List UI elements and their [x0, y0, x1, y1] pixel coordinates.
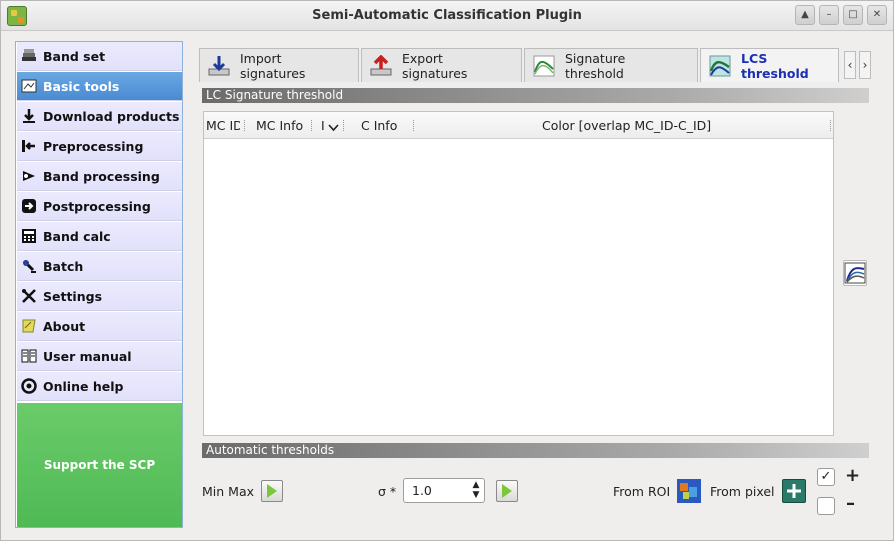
- tab-scroll-right-button[interactable]: ›: [859, 51, 871, 79]
- tab-label: Signature threshold: [565, 50, 626, 81]
- sidebar-item-online-help[interactable]: Online help: [17, 372, 182, 401]
- tool-tabs: Import signatures Export signatures Sign…: [199, 48, 841, 82]
- signature-plot-button[interactable]: [843, 260, 867, 286]
- automatic-thresholds-header: Automatic thresholds: [202, 443, 869, 458]
- window-title: Semi-Automatic Classification Plugin: [312, 8, 582, 23]
- spin-arrows[interactable]: ▲ ▼: [470, 480, 482, 501]
- preprocessing-icon: [21, 138, 37, 154]
- threshold-icon: [533, 55, 555, 77]
- sidebar-item-label: User manual: [43, 348, 132, 364]
- plugin-window: Semi-Automatic Classification Plugin ▲ –…: [0, 0, 894, 541]
- sidebar-item-basic-tools[interactable]: Basic tools: [17, 72, 182, 101]
- sidebar-item-user-manual[interactable]: User manual: [17, 342, 182, 371]
- from-pixel-label: From pixel: [710, 484, 775, 499]
- sidebar-item-label: Batch: [43, 258, 84, 274]
- download-icon: [21, 108, 37, 124]
- column-header-mc-id[interactable]: MC ID: [206, 112, 240, 139]
- help-icon: [21, 378, 37, 394]
- batch-icon: [21, 258, 37, 274]
- from-roi-label: From ROI: [613, 484, 671, 499]
- lcs-icon: [709, 55, 731, 77]
- add-icon[interactable]: +: [845, 467, 860, 485]
- sigma-run-button[interactable]: [496, 480, 518, 502]
- table-header: MC ID MC Info I C Info Color [overlap MC…: [204, 112, 833, 139]
- sidebar-item-label: Download products: [43, 108, 180, 124]
- tab-import-signatures[interactable]: Import signatures: [199, 48, 359, 82]
- sidebar-item-label: Band set: [43, 48, 106, 64]
- lc-signature-threshold-header: LC Signature threshold: [202, 88, 869, 103]
- sigma-value: 1.0: [412, 483, 432, 498]
- column-separator[interactable]: [830, 120, 832, 131]
- sidebar-item-preprocessing[interactable]: Preprocessing: [17, 132, 182, 161]
- column-separator[interactable]: [413, 120, 415, 131]
- close-button[interactable]: ✕: [867, 5, 887, 25]
- tab-signature-threshold[interactable]: Signature threshold: [524, 48, 698, 82]
- tab-label: LCS threshold: [741, 50, 809, 81]
- spectral-plot-icon: [844, 262, 866, 284]
- tab-scroll-left-button[interactable]: ‹: [844, 51, 856, 79]
- sidebar-item-label: Preprocessing: [43, 138, 144, 154]
- from-roi-button[interactable]: [677, 479, 701, 503]
- tab-export-signatures[interactable]: Export signatures: [361, 48, 522, 82]
- sidebar-menu: Band set Basic tools Download products P…: [15, 41, 183, 528]
- sidebar-item-label: Postprocessing: [43, 198, 151, 214]
- settings-icon: [21, 288, 37, 304]
- sigma-spinbox[interactable]: 1.0 ▲ ▼: [403, 478, 485, 503]
- sort-chevron-icon[interactable]: [328, 121, 339, 135]
- maximize-button[interactable]: □: [843, 5, 863, 25]
- sidebar-item-label: Band calc: [43, 228, 111, 244]
- sidebar-item-batch[interactable]: Batch: [17, 252, 182, 281]
- postprocessing-icon: [21, 198, 37, 214]
- column-header-mc-info[interactable]: MC Info: [256, 112, 306, 139]
- tab-lcs-threshold[interactable]: LCS threshold: [700, 48, 839, 82]
- plus-icon: [787, 484, 801, 498]
- sidebar-item-about[interactable]: About: [17, 312, 182, 341]
- export-icon: [370, 54, 392, 77]
- checkbox-checked[interactable]: ✓: [817, 468, 835, 486]
- column-header-color[interactable]: Color [overlap MC_ID-C_ID]: [542, 112, 722, 139]
- column-separator[interactable]: [244, 120, 246, 131]
- import-icon: [208, 55, 230, 77]
- min-max-label: Min Max: [202, 484, 254, 499]
- sidebar-item-label: Settings: [43, 288, 103, 304]
- manual-icon: [21, 348, 37, 364]
- sidebar-item-download-products[interactable]: Download products: [17, 102, 182, 131]
- minimize-button[interactable]: –: [819, 5, 839, 25]
- band-processing-icon: [21, 168, 37, 184]
- sidebar-item-label: Basic tools: [43, 78, 120, 94]
- column-separator[interactable]: [311, 120, 313, 131]
- sidebar-item-band-processing[interactable]: Band processing: [17, 162, 182, 191]
- from-pixel-button[interactable]: [782, 479, 806, 503]
- about-icon: [21, 318, 37, 334]
- keep-above-button[interactable]: ▲: [795, 5, 815, 25]
- sidebar-item-band-calc[interactable]: Band calc: [17, 222, 182, 251]
- sidebar-item-postprocessing[interactable]: Postprocessing: [17, 192, 182, 221]
- roi-icon: [677, 479, 701, 503]
- sidebar-item-settings[interactable]: Settings: [17, 282, 182, 311]
- sidebar-item-band-set[interactable]: Band set: [17, 42, 182, 71]
- basic-tools-icon: [21, 78, 37, 94]
- remove-icon[interactable]: –: [846, 495, 855, 513]
- band-set-icon: [21, 48, 37, 64]
- sidebar-item-label: About: [43, 318, 86, 334]
- tab-label: Import signatures: [240, 50, 306, 81]
- column-header-c-info[interactable]: C Info: [361, 112, 401, 139]
- tab-label: Export signatures: [402, 50, 468, 81]
- lcs-threshold-table[interactable]: MC ID MC Info I C Info Color [overlap MC…: [203, 111, 834, 436]
- title-bar: Semi-Automatic Classification Plugin ▲ –…: [1, 1, 893, 31]
- checkbox-unchecked[interactable]: [817, 497, 835, 515]
- sigma-label: σ *: [378, 484, 397, 499]
- calculator-icon: [21, 228, 37, 244]
- sidebar-item-label: Online help: [43, 378, 124, 394]
- column-separator[interactable]: [343, 120, 345, 131]
- support-scp-button[interactable]: Support the SCP: [17, 403, 182, 527]
- min-max-run-button[interactable]: [261, 480, 283, 502]
- sidebar-item-label: Band processing: [43, 168, 160, 184]
